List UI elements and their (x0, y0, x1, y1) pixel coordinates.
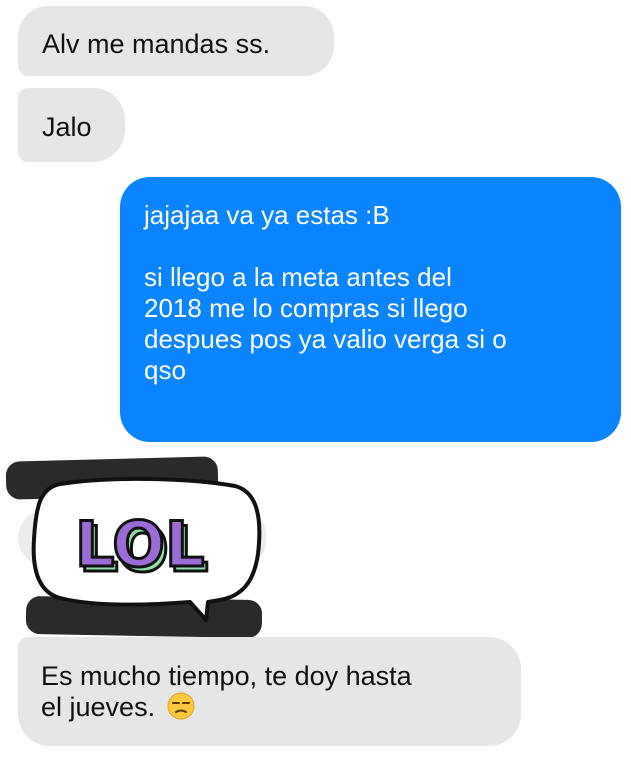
lol-sticker[interactable]: LOL LOL (30, 474, 262, 622)
message-text-line: 2018 me lo compras si llego (144, 293, 468, 323)
message-text-line: jajajaa va ya estas :B (144, 200, 390, 230)
speech-bubble-sticker-icon: LOL LOL (31, 476, 262, 622)
message-text: Jalo (42, 112, 92, 142)
message-text: Alv me mandas ss. (42, 29, 271, 59)
message-text-line: despues pos ya valio verga si o (144, 324, 507, 354)
message-text-line: Es mucho tiempo, te doy hasta (41, 661, 412, 691)
message-bubble-incoming[interactable]: Jalo (18, 88, 125, 162)
message-text-line: qso (144, 355, 186, 385)
message-bubble-incoming[interactable]: Alv me mandas ss. (18, 6, 334, 76)
sticker-text: LOL (75, 508, 205, 581)
unamused-face-icon (167, 692, 195, 720)
message-bubble-incoming[interactable]: Es mucho tiempo, te doy hasta el jueves. (18, 637, 521, 746)
message-text-line-with-emoji: el jueves. (41, 692, 521, 723)
message-text: el jueves. (41, 692, 156, 722)
message-bubble-outgoing[interactable]: jajajaa va ya estas :B si llego a la met… (120, 177, 621, 442)
message-text-line: si llego a la meta antes del (144, 262, 452, 292)
